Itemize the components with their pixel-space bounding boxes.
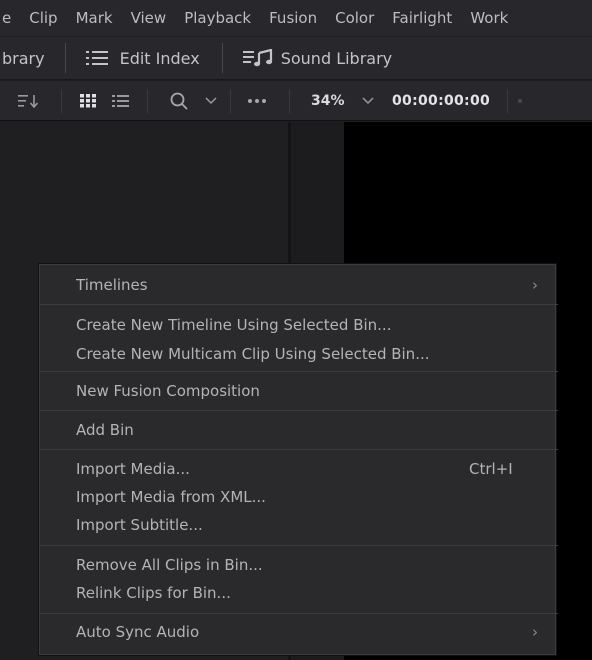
menu-item-label: Create New Multicam Clip Using Selected …	[76, 345, 430, 363]
toolbar-divider	[221, 43, 223, 73]
menu-item-label: Create New Timeline Using Selected Bin..…	[76, 316, 392, 334]
menu-item-label: Timelines	[76, 276, 148, 294]
menu-item-label: Auto Sync Audio	[76, 623, 200, 641]
menu-item-workspace-partial[interactable]: e	[2, 9, 11, 27]
menu-item-mark[interactable]: Mark	[76, 9, 113, 27]
menu-item-playback[interactable]: Playback	[184, 9, 251, 27]
search-options-dropdown[interactable]	[205, 81, 217, 121]
chevron-right-icon: ›	[532, 276, 538, 294]
menu-item-color[interactable]: Color	[335, 9, 374, 27]
edit-index-icon	[85, 51, 108, 65]
sort-button[interactable]	[18, 81, 40, 121]
chevron-right-icon: ›	[532, 623, 538, 641]
timecode-indicator	[517, 81, 523, 121]
media-library-label: brary	[2, 48, 45, 68]
list-view-icon	[112, 95, 129, 107]
search-icon	[170, 92, 188, 110]
menu-item-label: Remove All Clips in Bin...	[76, 556, 263, 574]
media-library-button[interactable]: brary	[2, 49, 45, 68]
menu-separator	[39, 304, 558, 305]
toolbar-divider	[507, 89, 508, 113]
sound-library-label: Sound Library	[280, 48, 393, 68]
zoom-level[interactable]: 34%	[311, 81, 345, 121]
menu-bar: e Clip Mark View Playback Fusion Color F…	[0, 0, 592, 36]
menu-item-shortcut: Ctrl+I	[469, 460, 513, 478]
toolbar-divider	[147, 89, 148, 113]
toolbar-divider	[61, 89, 62, 113]
menu-item-label: Import Media from XML...	[76, 488, 266, 506]
menu-separator	[39, 410, 558, 411]
menu-separator	[39, 613, 558, 614]
grid-view-icon	[80, 94, 96, 108]
zoom-dropdown[interactable]	[362, 81, 374, 121]
menu-separator	[39, 371, 558, 372]
menu-item-label: Relink Clips for Bin...	[76, 584, 231, 602]
sound-library-button[interactable]: Sound Library	[242, 48, 393, 68]
menu-item-fusion[interactable]: Fusion	[269, 9, 317, 27]
menu-separator	[39, 545, 558, 546]
context-menu: Timelines › Create New Timeline Using Se…	[38, 263, 558, 656]
sort-icon	[18, 95, 39, 108]
more-icon	[248, 99, 266, 103]
more-options-button[interactable]	[247, 81, 267, 121]
menu-item-label: Add Bin	[76, 421, 134, 439]
edit-index-button[interactable]: Edit Index	[85, 48, 200, 68]
chevron-down-icon	[362, 97, 374, 105]
toolbar-divider	[289, 89, 290, 113]
top-toolbar: brary Edit Index Sound Library	[0, 36, 592, 80]
menu-item-label: Import Media...	[76, 460, 190, 478]
edit-index-label: Edit Index	[119, 48, 200, 68]
menu-item-view[interactable]: View	[131, 9, 167, 27]
search-button[interactable]	[170, 81, 190, 121]
menu-item-label: New Fusion Composition	[76, 382, 260, 400]
list-view-button[interactable]	[112, 81, 130, 121]
viewer-toolbar: 34% 00:00:00:00	[0, 81, 592, 121]
menu-item-clip[interactable]: Clip	[29, 9, 57, 27]
dot-icon	[518, 99, 522, 103]
sound-library-icon	[242, 49, 272, 67]
timecode-display[interactable]: 00:00:00:00	[392, 81, 490, 121]
menu-separator	[39, 449, 558, 450]
menu-item-workspace[interactable]: Work	[470, 9, 508, 27]
chevron-down-icon	[205, 97, 217, 105]
toolbar-divider	[230, 89, 231, 113]
toolbar-divider	[64, 43, 66, 73]
menu-item-fairlight[interactable]: Fairlight	[392, 9, 452, 27]
thumbnail-view-button[interactable]	[80, 81, 98, 121]
menu-item-label: Import Subtitle...	[76, 516, 203, 534]
